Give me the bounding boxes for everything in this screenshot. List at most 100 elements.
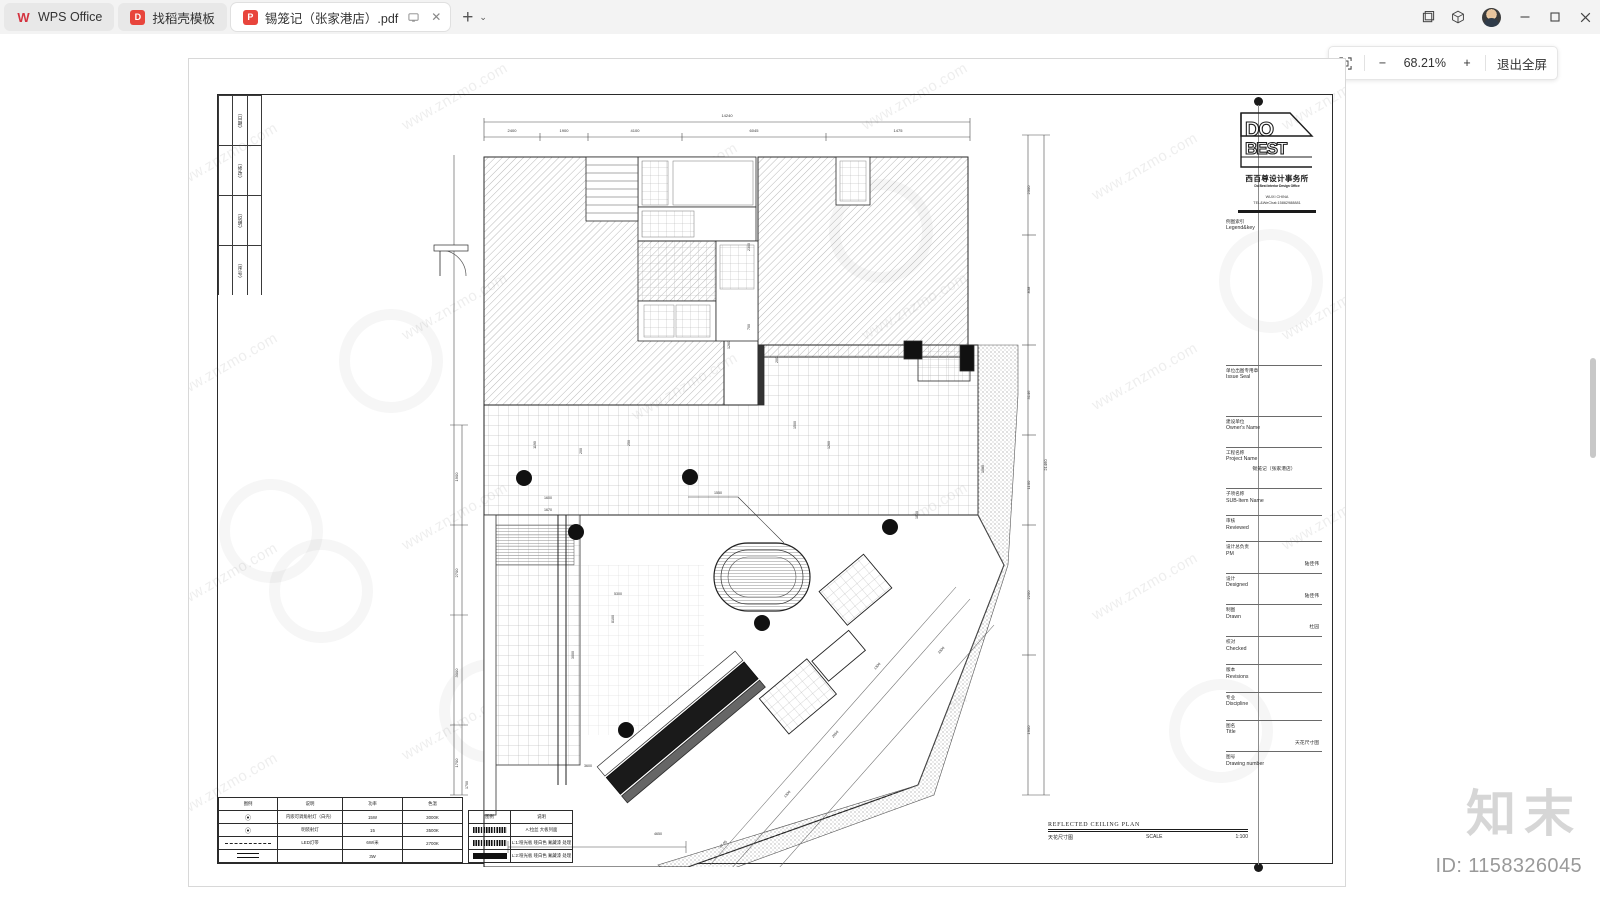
svg-text:3000: 3000 — [454, 668, 459, 678]
svg-text:200: 200 — [775, 357, 779, 363]
title-block: DO BEST 西百尊设计事务所 Do Best Interior Design… — [1226, 104, 1322, 853]
black-bar-icon — [468, 823, 511, 837]
tab-close-icon[interactable]: ✕ — [428, 9, 444, 25]
brand-watermark: 知末 — [1466, 785, 1582, 843]
reflected-ceiling-plan-drawing: 2400 1900 4100 6045 1475 14240 2300 838 … — [218, 95, 1332, 867]
svg-text:3600: 3600 — [584, 764, 592, 768]
legend-desc: LED灯带 — [277, 836, 343, 850]
company-contact: TEL&WeChat:15862988881 — [1253, 200, 1301, 205]
cube-icon[interactable] — [1443, 0, 1473, 34]
legend-cct: 2700K — [402, 836, 463, 850]
vertical-scrollbar[interactable] — [1589, 40, 1598, 894]
legend-power: 15W — [342, 810, 403, 824]
wps-icon: W — [17, 9, 30, 25]
company-name-en: Do Best Interior Design Office — [1254, 184, 1300, 189]
tab-monitor-icon[interactable] — [405, 9, 421, 25]
table-row: L:2:哑光板 哑白色 氟藏漆 处理 — [468, 849, 573, 863]
svg-text:DO: DO — [1245, 119, 1273, 141]
company-name-cn: 西百尊设计事务所 — [1245, 173, 1309, 183]
plan-title-cn: 天花尺寸图 — [1048, 835, 1074, 841]
col-header-cct: 色温 — [402, 797, 463, 811]
surface-spot-icon: ⦿ — [218, 823, 278, 837]
chevron-down-icon[interactable]: ⌄ — [479, 12, 493, 23]
split-view-icon[interactable] — [1413, 0, 1443, 34]
table-row: A:拉丝 大板列面 — [468, 823, 573, 837]
svg-text:1800: 1800 — [915, 511, 919, 519]
tab-label: 锡笼记（张家港店）.pdf — [264, 11, 399, 26]
zoom-toolbar: − 68.21% + 退出全屏 — [1327, 46, 1558, 80]
drawing-title-value: 天花尺寸图 — [1295, 740, 1319, 746]
caption-rule — [1048, 828, 1248, 831]
legend-desc: 明装射灯 — [277, 823, 343, 837]
svg-text:3146: 3146 — [1026, 390, 1031, 400]
legend-desc: 内嵌可调角射灯（白壳） — [277, 810, 343, 824]
new-tab-button[interactable]: + — [458, 8, 477, 27]
scale-label: SCALE — [1146, 834, 1163, 840]
tb-row-revisions: 版本 Revisions — [1226, 664, 1322, 688]
drawing-frame: （日期） （修改） （说明） （序号） 2400 1900 4100 6045 … — [217, 94, 1333, 872]
legend-cct — [402, 849, 463, 863]
svg-text:2700: 2700 — [454, 568, 459, 578]
svg-text:4650: 4650 — [654, 832, 662, 836]
plan-geometry: 2400 1900 4100 6045 1475 14240 2300 838 … — [433, 113, 1050, 867]
tb-row-pm: 设计总负责 PM 陆佳伟 — [1226, 541, 1322, 569]
svg-text:1100: 1100 — [1026, 480, 1031, 489]
company-logo: DO BEST 西百尊设计事务所 Do Best Interior Design… — [1238, 110, 1316, 213]
tb-row-checked: 校对 Checked — [1226, 636, 1322, 660]
svg-text:2200: 2200 — [1026, 590, 1031, 600]
tab-pdf-document[interactable]: P 锡笼记（张家港店）.pdf ✕ — [230, 3, 451, 31]
legend-desc — [277, 849, 343, 863]
avatar[interactable] — [1482, 7, 1501, 27]
tab-template-gallery[interactable]: D 找稻壳模板 — [118, 3, 227, 31]
scale-value: 1:100 — [1235, 834, 1248, 840]
svg-text:2300: 2300 — [747, 243, 751, 251]
col-header-symbol: 图例 — [468, 810, 511, 824]
legend-power: 6W/米 — [342, 836, 403, 850]
col-header-power: 功率 — [342, 797, 403, 811]
drawn-value: 杜园 — [1309, 625, 1319, 631]
svg-text:4100: 4100 — [631, 128, 641, 133]
legend-desc: L:1:哑光板 哑白色 氟藏漆 处理 — [510, 836, 573, 850]
table-row: LED灯带 6W/米 2700K — [218, 836, 463, 850]
table-header-row: 图例 说明 — [468, 810, 573, 824]
plan-caption: REFLECTED CEILING PLAN 天花尺寸图 SCALE 1:100 — [1048, 822, 1248, 841]
maximize-button[interactable] — [1540, 0, 1570, 34]
tab-label: 找稻壳模板 — [152, 11, 215, 26]
svg-text:1600: 1600 — [544, 496, 552, 500]
tab-wps-office[interactable]: W WPS Office — [4, 3, 115, 31]
toolbar-divider — [1484, 55, 1486, 71]
tb-row-discipline: 专业 Discipline — [1226, 691, 1322, 716]
lighting-legend-table: 图例 说明 功率 色温 ⦿ 内嵌可调角射灯（白壳） 15W 3000K ⦿ 明装… — [218, 797, 463, 863]
zoom-in-button[interactable]: + — [1454, 50, 1480, 76]
window-controls — [1413, 0, 1600, 34]
svg-text:1260: 1260 — [727, 341, 731, 349]
linear-light-icon — [218, 849, 278, 863]
tab-label: WPS Office — [38, 10, 103, 24]
zoom-level-value[interactable]: 68.21% — [1398, 50, 1452, 76]
caption-scale-row: 天花尺寸图 SCALE 1:100 — [1048, 834, 1248, 841]
material-legend-table: 图例 说明 A:拉丝 大板列面 L:1:哑光板 哑白色 氟藏漆 处理 L:2:哑… — [468, 810, 573, 863]
legend-key-area — [1226, 233, 1322, 361]
led-strip-icon — [218, 836, 278, 850]
svg-text:8100: 8100 — [611, 615, 615, 623]
close-button[interactable] — [1570, 0, 1600, 34]
scrollbar-thumb[interactable] — [1590, 358, 1596, 458]
svg-text:1700: 1700 — [465, 781, 469, 789]
svg-text:2400: 2400 — [508, 128, 518, 133]
minimize-button[interactable] — [1510, 0, 1540, 34]
svg-text:838: 838 — [1026, 286, 1031, 293]
exit-fullscreen-button[interactable]: 退出全屏 — [1491, 50, 1553, 76]
new-tab-controls[interactable]: + ⌄ — [458, 8, 493, 27]
tb-row-project: 工程名称 Project Name 锡笼记（张家港店） — [1226, 446, 1322, 485]
svg-text:250: 250 — [627, 440, 631, 446]
svg-text:1900: 1900 — [454, 472, 459, 482]
legend-power: 15 — [342, 823, 403, 837]
designed-value: 陆佳伟 — [1304, 593, 1319, 599]
legend-power: 3W — [342, 849, 403, 863]
svg-text:14240: 14240 — [721, 113, 733, 118]
legend-cct: 3000K — [402, 810, 463, 824]
pm-value: 陆佳伟 — [1304, 561, 1319, 567]
zoom-out-button[interactable]: − — [1370, 50, 1396, 76]
caption-rule — [1048, 831, 1248, 832]
svg-text:1500: 1500 — [793, 421, 797, 429]
